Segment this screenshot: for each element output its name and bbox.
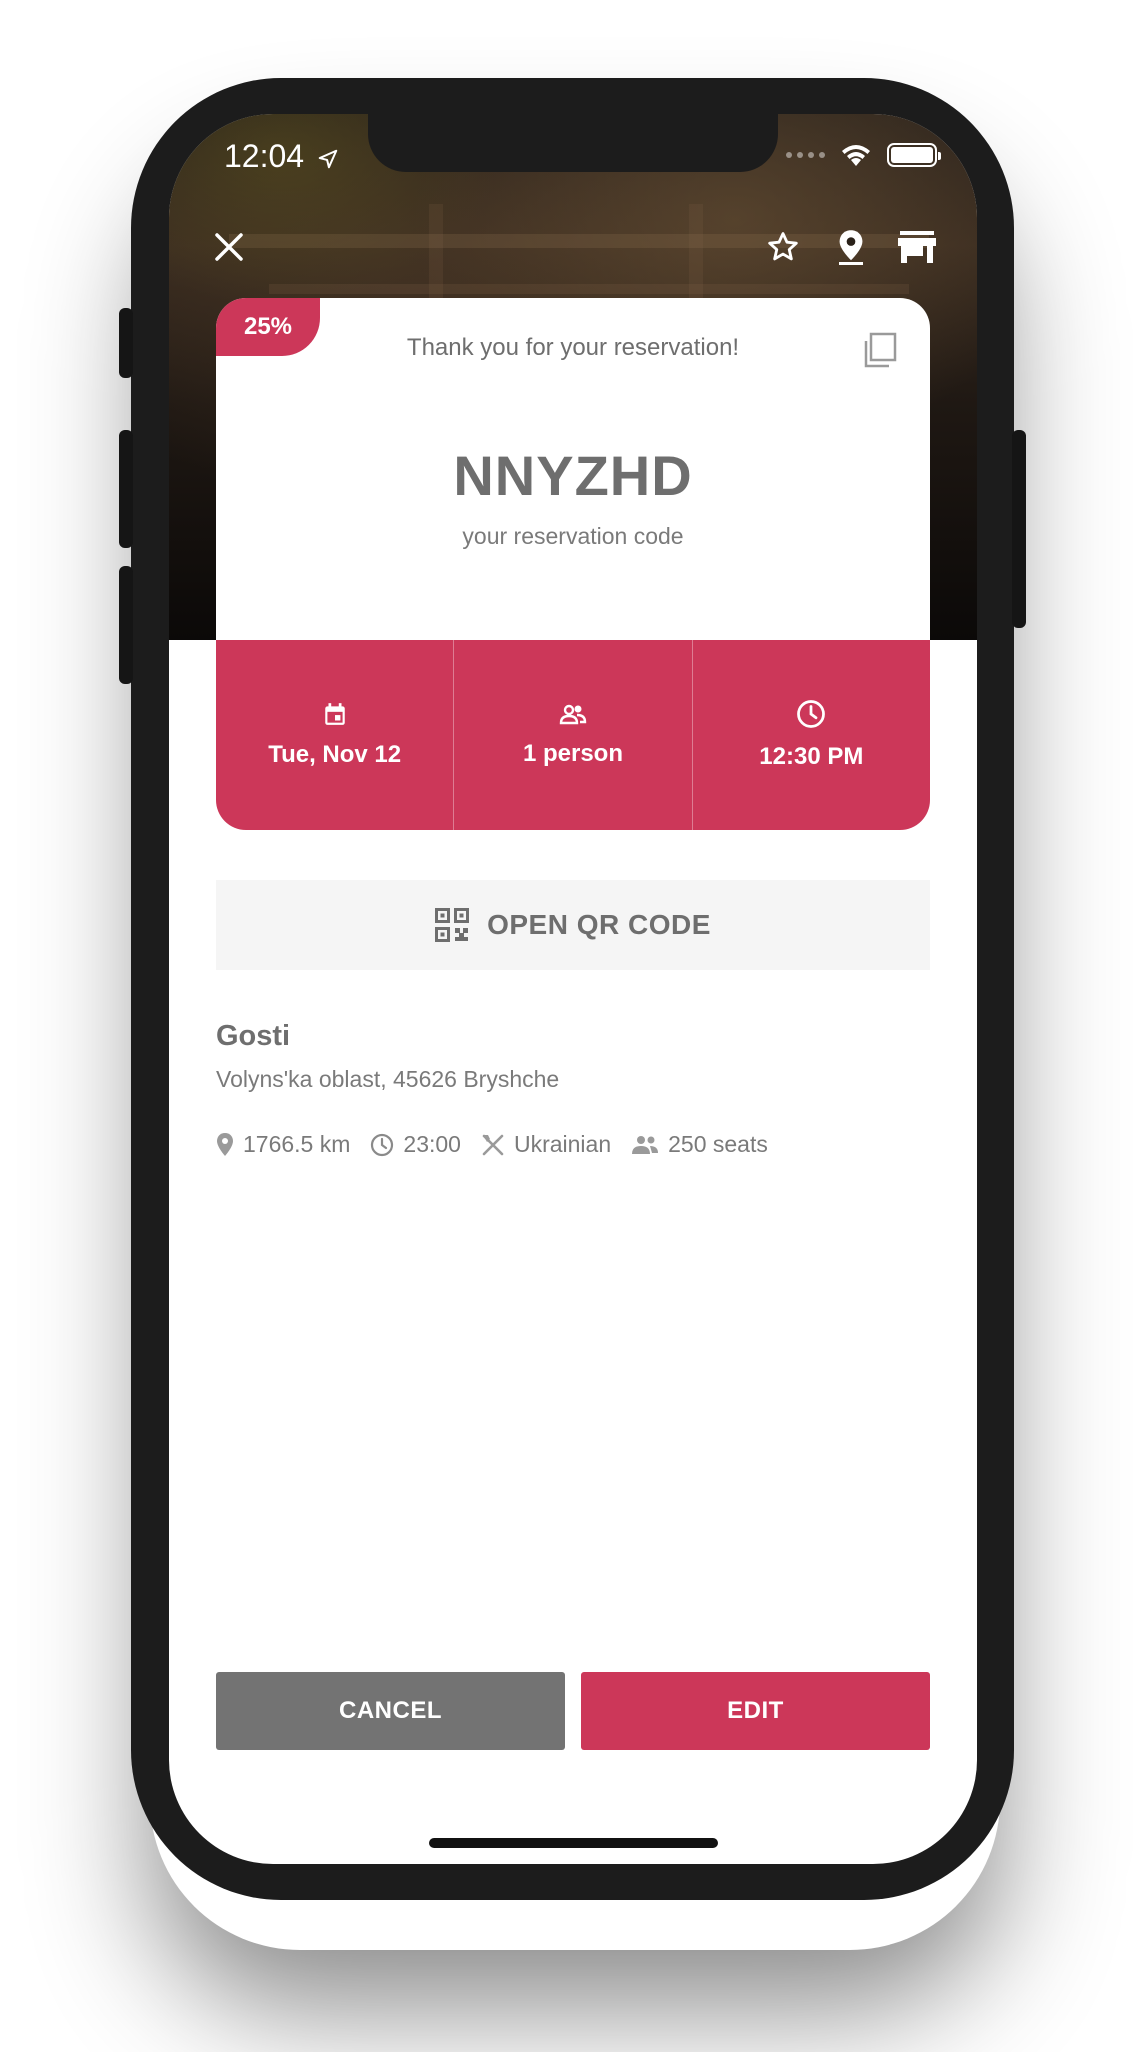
store-button[interactable]: [894, 227, 940, 267]
people-icon: [559, 704, 587, 725]
status-time: 12:04: [224, 138, 339, 175]
status-indicators: [786, 142, 941, 168]
notch: [368, 114, 778, 172]
venue-distance-text: 1766.5 km: [243, 1131, 351, 1157]
clock-icon: [797, 700, 826, 728]
qr-code-icon: [435, 908, 470, 942]
calendar-icon: [324, 703, 345, 725]
venue-hours: 23:00: [370, 1131, 461, 1158]
reservation-code-caption: your reservation code: [462, 523, 684, 549]
venue-seats: 250 seats: [631, 1131, 768, 1158]
venue-distance: 1766.5 km: [216, 1131, 350, 1158]
reservation-time: 12:30 PM: [691, 640, 930, 830]
reservation-party: 1 person: [453, 640, 691, 830]
favorite-button[interactable]: [763, 227, 803, 267]
reservation-card: 25% Thank you for your reservation! NNYZ…: [216, 298, 930, 643]
reservation-party-label: 1 person: [522, 740, 623, 767]
volume-down-button: [119, 566, 133, 684]
venue-name: Gosti: [216, 1020, 291, 1052]
venue-seats-text: 250 seats: [668, 1131, 768, 1157]
edit-button[interactable]: EDIT: [581, 1672, 930, 1750]
people-icon: [632, 1135, 659, 1154]
app-screen: 12:04 25% Thank you for your reservation…: [169, 114, 977, 1864]
battery-icon: [887, 143, 941, 167]
cancel-button[interactable]: CANCEL: [216, 1672, 565, 1750]
home-indicator[interactable]: [429, 1838, 718, 1848]
wifi-icon: [842, 145, 870, 166]
open-qr-code-label: OPEN QR CODE: [487, 909, 711, 940]
venue-hours-text: 23:00: [403, 1131, 461, 1157]
map-button[interactable]: [831, 227, 871, 267]
venue-cuisine: Ukrainian: [481, 1131, 611, 1158]
volume-up-button: [119, 430, 133, 548]
location-pin-icon: [839, 230, 863, 265]
location-pin-icon: [217, 1132, 233, 1156]
reservation-date-label: Tue, Nov 12: [268, 741, 402, 768]
signal-icon: [786, 152, 825, 158]
star-icon: [768, 232, 798, 261]
power-button: [1012, 430, 1026, 628]
open-qr-code-button[interactable]: OPEN QR CODE: [216, 880, 930, 970]
copy-icon[interactable]: [861, 332, 897, 368]
utensils-icon: [482, 1134, 504, 1155]
status-time-text: 12:04: [224, 138, 305, 174]
reservation-date: Tue, Nov 12: [216, 640, 453, 830]
clock-icon: [371, 1133, 394, 1156]
mute-switch: [119, 308, 133, 378]
store-icon: [898, 231, 936, 263]
reservation-details: Tue, Nov 12 1 person 12:30 PM: [216, 640, 930, 830]
venue-address: Volyns'ka oblast, 45626 Bryshche: [216, 1066, 560, 1092]
reservation-code: NNYZHD: [453, 444, 693, 507]
reservation-time-label: 12:30 PM: [759, 743, 864, 770]
close-button[interactable]: [209, 227, 249, 267]
thank-you-message: Thank you for your reservation!: [406, 334, 740, 361]
venue-meta: 1766.5 km 23:00 Ukrainian 250 seats: [216, 1131, 768, 1158]
venue-cuisine-text: Ukrainian: [513, 1131, 612, 1157]
close-icon: [215, 233, 243, 261]
location-arrow-icon: [318, 149, 338, 168]
